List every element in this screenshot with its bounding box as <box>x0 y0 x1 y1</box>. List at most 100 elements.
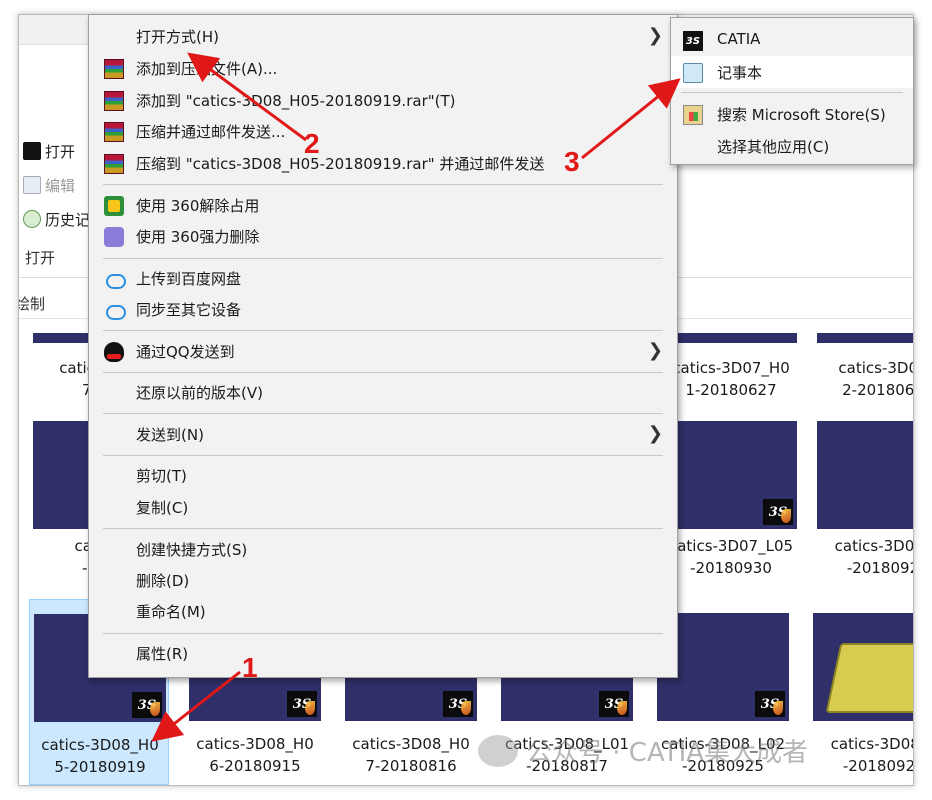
file-thumbnail <box>813 613 913 721</box>
baidu-cloud-icon <box>104 269 126 289</box>
menu-separator <box>103 633 663 634</box>
menu-item-add-to-archive[interactable]: 添加到压缩文件(A)... <box>89 53 677 83</box>
catia-logo-icon: 3S <box>132 692 162 718</box>
open-with-submenu: 3S CATIA 记事本 搜索 Microsoft Store(S) 选择其他应… <box>670 17 914 165</box>
menu-item-label: 添加到压缩文件(A)... <box>136 60 278 78</box>
chevron-right-icon: ❯ <box>647 25 663 46</box>
catia-logo-icon: 3S <box>755 691 785 717</box>
file-name-line1: catics-3D07_ <box>834 537 914 555</box>
ribbon-history-label: 历史记 <box>45 210 91 229</box>
menu-item-baidu-upload[interactable]: 上传到百度网盘 <box>89 263 677 293</box>
notepad-icon <box>683 63 703 83</box>
edit-icon <box>23 176 41 194</box>
menu-item-label: 添加到 "catics-3D08_H05-20180919.rar"(T) <box>136 92 456 110</box>
menu-item-open-with[interactable]: 打开方式(H) ❯ <box>89 21 677 51</box>
submenu-item-label: 搜索 Microsoft Store(S) <box>717 106 886 124</box>
menu-item-label: 删除(D) <box>136 572 190 590</box>
file-name-line2: -2018092 <box>846 559 914 577</box>
wechat-icon <box>478 734 518 767</box>
menu-item-label: 还原以前的版本(V) <box>136 384 263 402</box>
catia-logo-icon: 3S <box>599 691 629 717</box>
menu-item-sync-devices[interactable]: 同步至其它设备 <box>89 294 677 324</box>
menu-item-cut[interactable]: 剪切(T) <box>89 460 677 490</box>
ribbon-open-button[interactable]: 打开 <box>23 139 75 163</box>
file-name-line1: catics-3D08_H0 <box>41 736 159 754</box>
menu-item-label: 重命名(M) <box>136 603 206 621</box>
file-thumbnail: 3S <box>665 421 797 529</box>
submenu-item-store[interactable]: 搜索 Microsoft Store(S) <box>671 98 913 130</box>
watermark-text: 公众号 · CATIA集大成者 <box>526 738 809 768</box>
menu-item-rename[interactable]: 重命名(M) <box>89 596 677 626</box>
menu-separator <box>103 528 663 529</box>
menu-separator <box>103 413 663 414</box>
menu-item-360-unlock[interactable]: 使用 360解除占用 <box>89 190 677 220</box>
file-name-line2: -2018092 <box>842 757 914 775</box>
file-name-line1: catics-3D08_H0 <box>352 735 470 753</box>
menu-item-label: 复制(C) <box>136 499 189 517</box>
chevron-right-icon: ❯ <box>647 340 663 361</box>
ribbon-group-open-label: 打开 <box>25 249 56 267</box>
file-name-line2: 7-20180816 <box>365 757 457 775</box>
step-number-1: 1 <box>242 652 258 683</box>
winrar-icon <box>104 154 124 174</box>
catia-logo-icon: 3S <box>287 691 317 717</box>
menu-item-create-shortcut[interactable]: 创建快捷方式(S) <box>89 534 677 564</box>
ribbon-history-button[interactable]: 历史记 <box>23 207 90 231</box>
watermark: 公众号 · CATIA集大成者 <box>478 732 808 769</box>
file-name-line2: 1-20180627 <box>685 381 777 399</box>
menu-item-copy[interactable]: 复制(C) <box>89 492 677 522</box>
menu-item-label: 通过QQ发送到 <box>136 343 235 361</box>
baidu-cloud-icon <box>104 300 126 320</box>
menu-item-label: 压缩并通过邮件发送... <box>136 123 286 141</box>
file-item[interactable]: catics-3D08_ -2018092 <box>809 613 914 783</box>
submenu-item-choose-other[interactable]: 选择其他应用(C) <box>671 130 913 162</box>
file-thumbnail <box>817 421 913 529</box>
menu-item-label: 打开方式(H) <box>136 28 219 46</box>
menu-item-compress-to-rar-email[interactable]: 压缩到 "catics-3D08_H05-20180919.rar" 并通过邮件… <box>89 148 677 178</box>
winrar-icon <box>104 91 124 111</box>
menu-item-properties[interactable]: 属性(R) <box>89 638 677 668</box>
menu-separator <box>103 258 663 259</box>
winrar-icon <box>104 122 124 142</box>
menu-item-send-to[interactable]: 发送到(N) ❯ <box>89 419 677 449</box>
file-name-line2: -20180930 <box>690 559 772 577</box>
file-item[interactable]: 3S catics-3D07_L05 -20180930 <box>661 421 801 591</box>
file-name-line2: 2-2018062 <box>842 381 914 399</box>
menu-item-add-to-rar[interactable]: 添加到 "catics-3D08_H05-20180919.rar"(T) <box>89 85 677 115</box>
catia-icon <box>23 142 41 160</box>
360-unlock-icon <box>104 196 124 216</box>
menu-item-delete[interactable]: 删除(D) <box>89 565 677 595</box>
store-icon <box>683 105 703 125</box>
menu-separator <box>103 455 663 456</box>
menu-separator <box>681 92 903 93</box>
catia-logo-icon: 3S <box>763 499 793 525</box>
file-name-line1: catics-3D07 <box>838 359 913 377</box>
ribbon-edit-button[interactable]: 编辑 <box>23 173 75 197</box>
step-number-3: 3 <box>564 146 580 177</box>
menu-item-label: 创建快捷方式(S) <box>136 541 248 559</box>
menu-item-label: 同步至其它设备 <box>136 301 242 319</box>
menu-item-360-delete[interactable]: 使用 360强力删除 <box>89 221 677 251</box>
file-name-line1: catics-3D07_L05 <box>668 537 794 555</box>
file-name-line1: catics-3D08_ <box>830 735 913 753</box>
360-delete-icon <box>104 227 124 247</box>
menu-separator <box>103 372 663 373</box>
file-item[interactable]: catics-3D07_ -2018092 <box>813 421 914 591</box>
address-text: 绘制 <box>18 295 46 313</box>
submenu-item-label: CATIA <box>717 30 761 48</box>
chevron-right-icon: ❯ <box>647 423 663 444</box>
menu-item-label: 属性(R) <box>136 645 189 663</box>
file-thumbnail <box>817 333 913 343</box>
menu-item-compress-email[interactable]: 压缩并通过邮件发送... <box>89 116 677 146</box>
menu-item-label: 发送到(N) <box>136 426 204 444</box>
ribbon-edit-label: 编辑 <box>45 176 76 195</box>
menu-separator <box>103 330 663 331</box>
menu-item-send-qq[interactable]: 通过QQ发送到 ❯ <box>89 336 677 366</box>
submenu-item-catia[interactable]: 3S CATIA <box>671 24 913 56</box>
menu-item-restore-versions[interactable]: 还原以前的版本(V) <box>89 377 677 407</box>
catia-logo-icon: 3S <box>443 691 473 717</box>
history-icon <box>23 210 41 228</box>
submenu-item-label: 选择其他应用(C) <box>717 138 830 156</box>
submenu-item-notepad[interactable]: 记事本 <box>671 56 913 88</box>
menu-item-label: 使用 360解除占用 <box>136 197 260 215</box>
